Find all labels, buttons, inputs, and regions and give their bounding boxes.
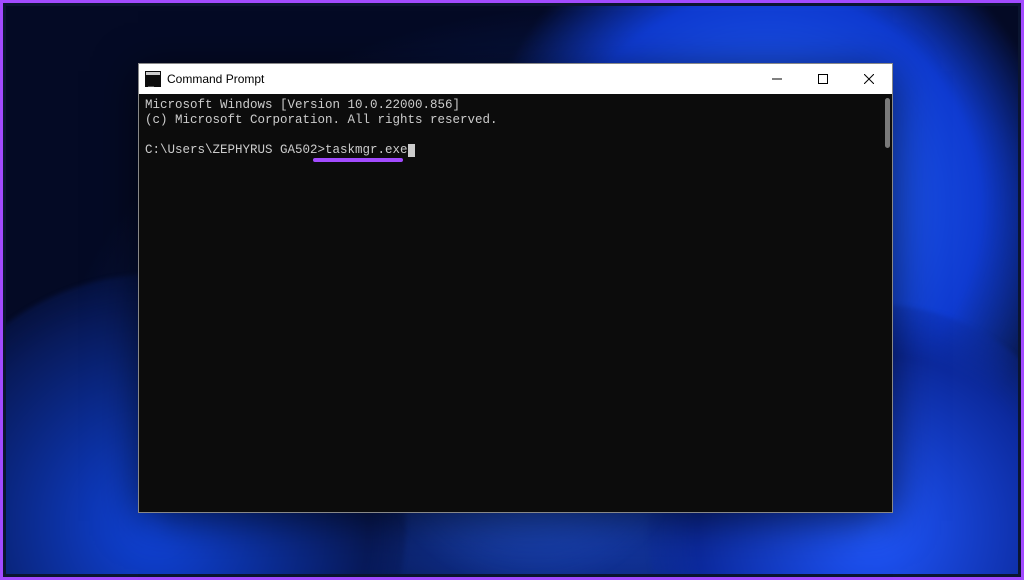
copyright-line: (c) Microsoft Corporation. All rights re… [145,113,498,127]
text-cursor [408,144,415,157]
maximize-button[interactable] [800,64,846,94]
window-controls [754,64,892,94]
typed-command: taskmgr.exe [325,143,408,157]
scrollbar-thumb[interactable] [885,98,890,148]
terminal-output: Microsoft Windows [Version 10.0.22000.85… [145,98,886,158]
cmd-icon: _ [145,71,161,87]
prompt-line: C:\Users\ZEPHYRUS GA502>taskmgr.exe [145,143,415,158]
window-titlebar[interactable]: _ Command Prompt [139,64,892,94]
version-line: Microsoft Windows [Version 10.0.22000.85… [145,98,460,112]
command-prompt-window: _ Command Prompt Microsoft Windows [Vers… [138,63,893,513]
terminal-body[interactable]: Microsoft Windows [Version 10.0.22000.85… [139,94,892,512]
prompt-path: C:\Users\ZEPHYRUS GA502> [145,143,325,157]
scrollbar[interactable] [878,94,892,512]
svg-text:_: _ [148,76,155,87]
close-button[interactable] [846,64,892,94]
command-highlight-underline [313,158,403,162]
minimize-button[interactable] [754,64,800,94]
window-title: Command Prompt [167,72,754,86]
